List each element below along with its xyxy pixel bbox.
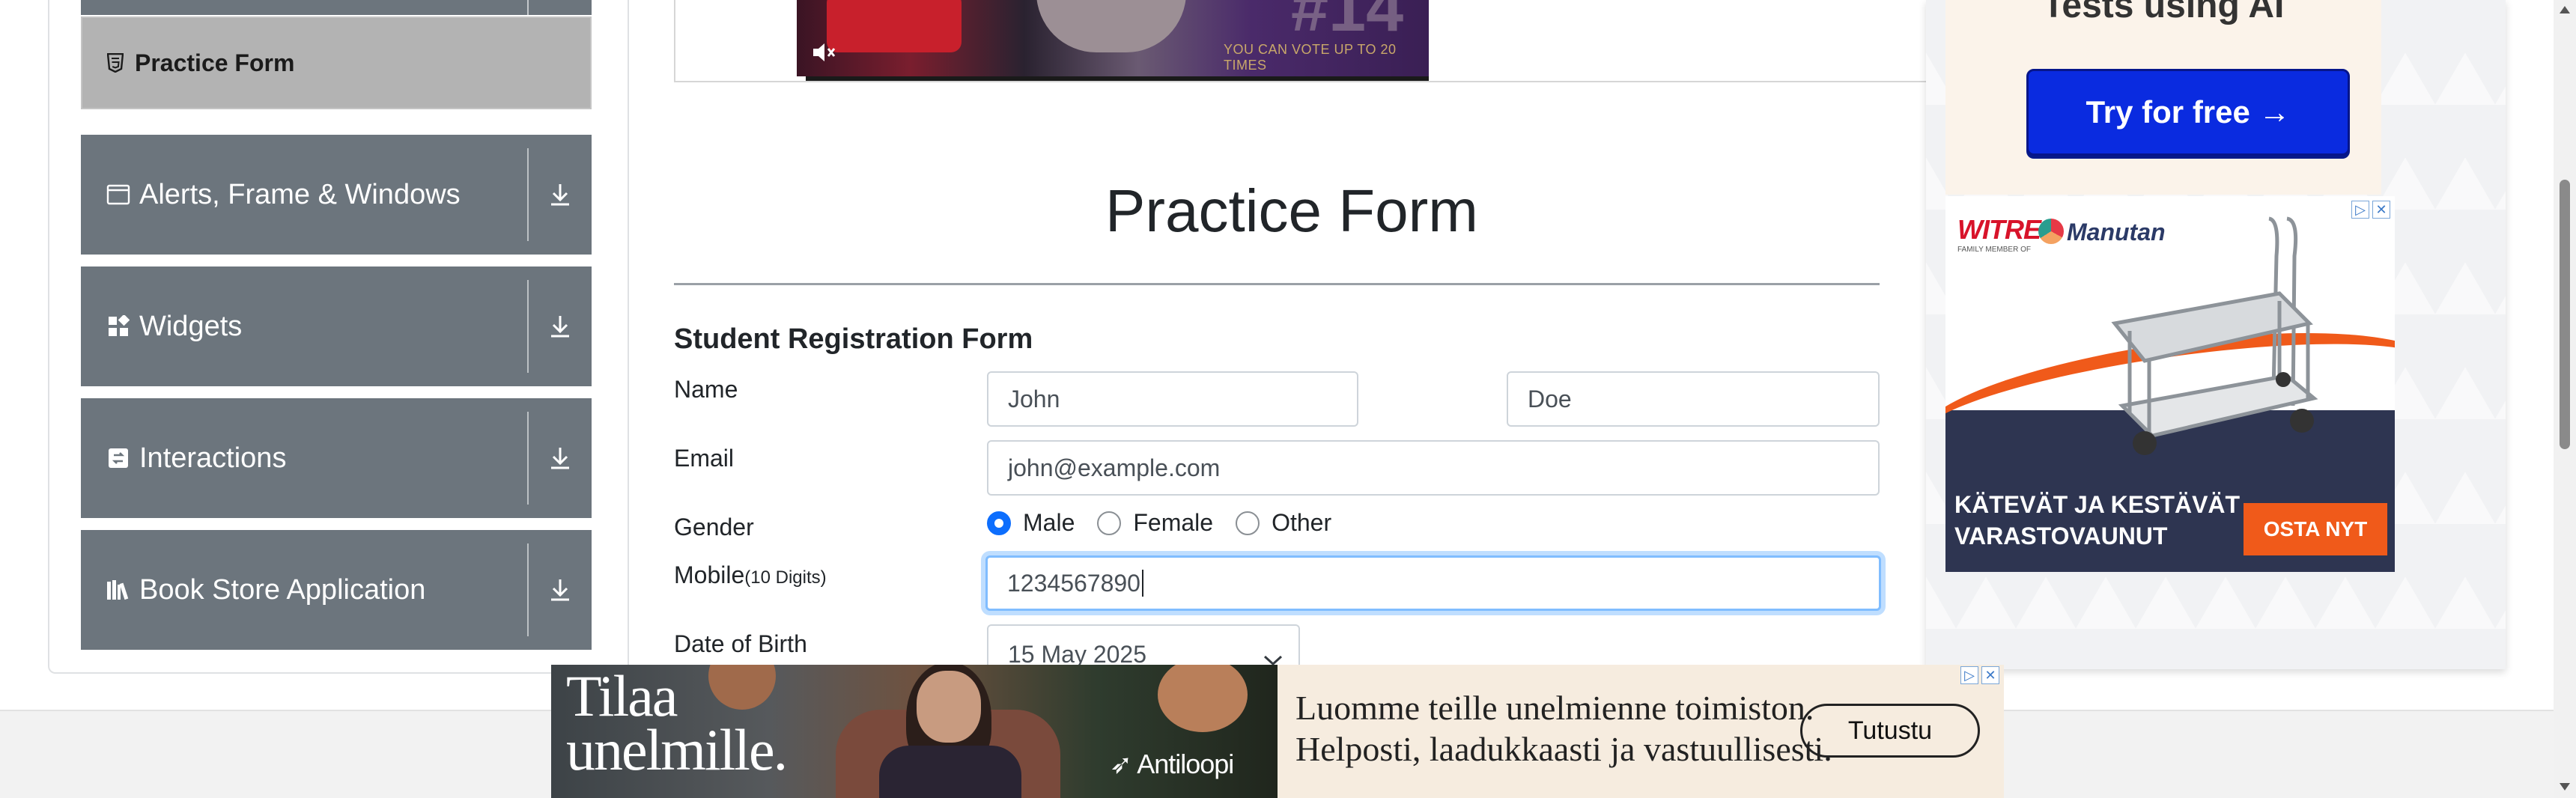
ad-choices-icon[interactable]: ▷: [1960, 666, 1978, 684]
dob-value: 15 May 2025: [1008, 641, 1147, 668]
email-input[interactable]: john@example.com: [987, 440, 1880, 496]
sidebar-group-alerts[interactable]: Alerts, Frame & Windows: [81, 135, 592, 255]
close-icon[interactable]: ✕: [2372, 201, 2390, 219]
sidebar-group-book-store[interactable]: Book Store Application: [81, 530, 592, 650]
manutan-logo-icon: [2038, 219, 2064, 244]
radio-label: Other: [1272, 509, 1332, 536]
video-ad[interactable]: #14 YOU CAN VOTE UP TO 20 TIMES: [797, 0, 1429, 81]
banner-person-body: [879, 746, 1021, 798]
mobile-value: 1234567890: [1007, 569, 1140, 597]
download-arrow-icon[interactable]: [544, 442, 577, 475]
ad-heading: Tests using AI: [2042, 0, 2285, 25]
ad-copy: KÄTEVÄT JA KESTÄVÄT VARASTOVAUNUT: [1954, 491, 2241, 549]
banner-copy: Luomme teille unelmienne toimiston. Helpo…: [1295, 689, 1832, 769]
video-overlay-number: #14: [1291, 0, 1404, 46]
widgets-icon: [105, 313, 132, 340]
divider: [527, 543, 529, 636]
ad-choices-icon[interactable]: ▷: [2351, 201, 2369, 219]
title-divider: [674, 283, 1880, 285]
banner-headline: Tilaa unelmille.: [566, 665, 788, 782]
html5-icon: [106, 52, 124, 73]
try-for-free-button[interactable]: Try for free →: [2026, 69, 2350, 156]
banner-person-face: [917, 671, 981, 743]
mobile-hint: (10 Digits): [744, 567, 827, 588]
sidebar-group-label: Interactions: [139, 442, 287, 474]
gender-radio-other[interactable]: Other: [1236, 509, 1331, 537]
osta-nyt-button[interactable]: OSTA NYT: [2244, 503, 2387, 555]
sidebar-group-forms-bottom[interactable]: [81, 0, 592, 15]
gender-radio-group: Male Female Other: [987, 509, 1354, 537]
tutustu-button[interactable]: Tutustu: [1800, 704, 1980, 758]
name-label: Name: [674, 376, 738, 403]
close-icon[interactable]: ✕: [1981, 666, 1999, 684]
video-thumbnail-object: [827, 0, 962, 52]
scroll-up-arrow-icon[interactable]: [2560, 6, 2570, 13]
divider: [527, 0, 529, 15]
bottom-banner-ad[interactable]: Tilaa unelmille. ➶ Antiloopi Luomme teill…: [551, 665, 2004, 798]
gender-radio-male[interactable]: Male: [987, 509, 1075, 537]
antilooppi-logo: ➶ Antiloopi: [1110, 749, 1234, 779]
email-value: john@example.com: [1008, 454, 1221, 481]
ad-choices[interactable]: ▷ ✕: [1960, 666, 1999, 684]
divider: [527, 280, 529, 373]
radio-button[interactable]: [1236, 511, 1260, 535]
sidebar-group-widgets[interactable]: Widgets: [81, 266, 592, 386]
video-vote-text: YOU CAN VOTE UP TO 20 TIMES: [1224, 42, 1397, 73]
text-caret: [1141, 570, 1143, 597]
radio-button-checked[interactable]: [987, 511, 1011, 535]
first-name-input[interactable]: John: [987, 371, 1358, 427]
radio-label: Male: [1023, 509, 1075, 536]
trolley-image: [2111, 216, 2318, 455]
ai-testing-ad[interactable]: Tests using AI Try for free →: [1945, 0, 2381, 195]
sidebar-group-label: Alerts, Frame & Windows: [139, 178, 461, 210]
download-arrow-icon[interactable]: [544, 178, 577, 211]
mobile-label: Mobile(10 Digits): [674, 561, 827, 589]
radio-button[interactable]: [1097, 511, 1122, 535]
right-ad-panel: Tests using AI Try for free → ▷ ✕ WITRE F…: [1926, 0, 2506, 669]
last-name-value: Doe: [1528, 385, 1572, 412]
book-store-icon: [105, 576, 132, 603]
page-scrollbar[interactable]: [2554, 0, 2576, 798]
email-label: Email: [674, 445, 735, 472]
radio-label: Female: [1133, 509, 1214, 536]
divider: [527, 412, 529, 505]
form-title: Student Registration Form: [674, 323, 1033, 355]
scroll-down-arrow-icon[interactable]: [2560, 783, 2570, 791]
mute-icon[interactable]: [809, 37, 839, 67]
mobile-input[interactable]: 1234567890: [985, 555, 1881, 611]
sidebar-item-practice-form[interactable]: Practice Form: [81, 16, 592, 109]
dob-label: Date of Birth: [674, 630, 807, 657]
download-arrow-icon[interactable]: [544, 573, 577, 606]
gender-radio-female[interactable]: Female: [1097, 509, 1213, 537]
mobile-label-text: Mobile: [674, 561, 745, 588]
sidebar-group-label: Book Store Application: [139, 573, 426, 606]
download-arrow-icon[interactable]: [544, 310, 577, 343]
video-progress-bar[interactable]: [797, 76, 1429, 81]
video-thumbnail-person: [1036, 0, 1186, 52]
witre-logo: WITRE FAMILY MEMBER OF: [1957, 214, 2041, 254]
sidebar-group-label: Widgets: [139, 310, 243, 342]
scrollbar-thumb[interactable]: [2560, 180, 2570, 449]
window-icon: [105, 181, 132, 208]
trolley-ad[interactable]: ▷ ✕ WITRE FAMILY MEMBER OF Manutan KÄTEV…: [1945, 196, 2395, 572]
page: Practice Form Alerts, Frame & Windows Wi…: [0, 0, 2576, 798]
sidebar-group-interactions[interactable]: Interactions: [81, 398, 592, 518]
interactions-icon: [105, 445, 132, 472]
sidebar-item-label: Practice Form: [135, 49, 295, 76]
gender-label: Gender: [674, 514, 754, 540]
last-name-input[interactable]: Doe: [1507, 371, 1880, 427]
divider: [527, 148, 529, 241]
first-name-value: John: [1008, 385, 1060, 412]
ad-choices[interactable]: ▷ ✕: [2351, 201, 2390, 219]
video-progress-fill: [797, 76, 806, 81]
